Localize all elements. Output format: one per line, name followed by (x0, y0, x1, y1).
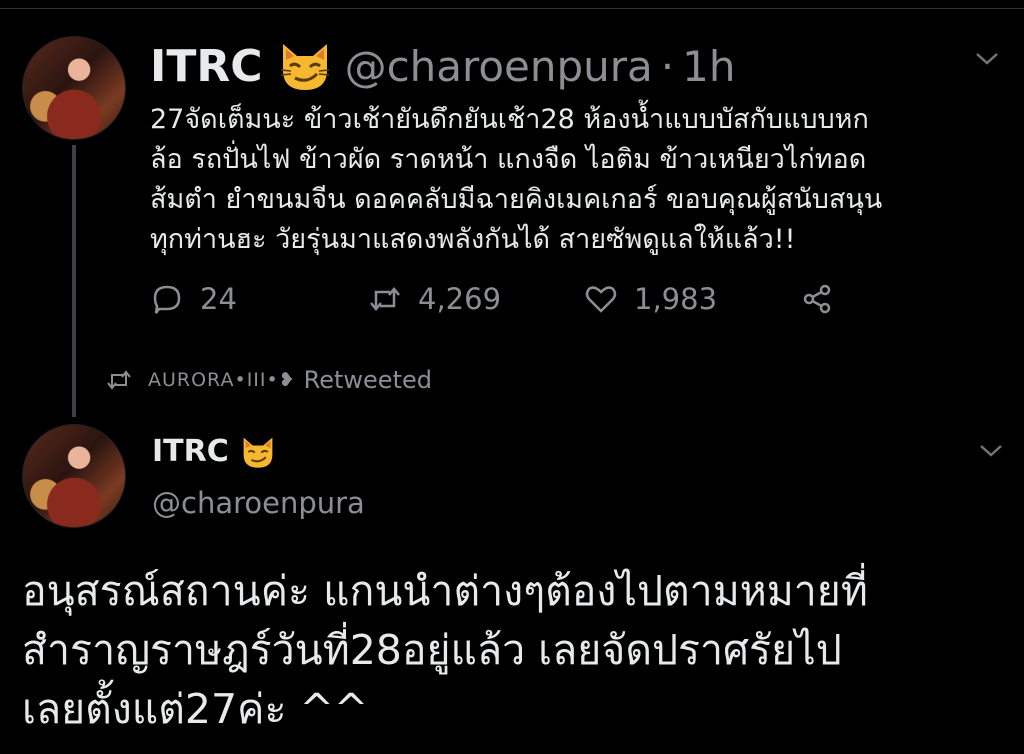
avatar[interactable] (22, 36, 126, 140)
tweet-text-line: 27จัดเต็มนะ ข้าวเช้ายันดึกยันเช้า28 ห้อง… (150, 104, 869, 135)
divider (0, 8, 1024, 9)
timestamp[interactable]: 1h (682, 42, 735, 91)
retweeter-name[interactable]: AURORA•III•❥ (148, 369, 296, 391)
reply-button[interactable]: 24 (150, 282, 237, 316)
tweet-actions: 24 4,269 1,983 (150, 282, 850, 326)
retweeted-banner[interactable]: AURORA•III•❥ Retweeted (106, 366, 432, 394)
reply-icon (150, 282, 184, 316)
smirking-cat-emoji-icon (239, 435, 277, 469)
tweet-header: ITRC (152, 434, 277, 469)
avatar[interactable] (22, 424, 126, 528)
share-icon (800, 282, 834, 316)
display-name[interactable]: ITRC (152, 434, 229, 469)
tweet-text-line: อนุสรณ์สถานค่ะ แกนนำต่างๆต้องไปตามหมายที… (22, 567, 868, 615)
thread-connector-line (72, 145, 76, 417)
reply-count: 24 (200, 282, 237, 316)
retweet-icon (106, 367, 132, 393)
retweet-button[interactable]: 4,269 (368, 282, 501, 316)
user-handle[interactable]: @charoenpura (345, 42, 653, 91)
tweet-text: อนุสรณ์สถานค่ะ แกนนำต่างๆต้องไปตามหมายที… (22, 562, 1012, 739)
tweet-text-line: เลยตั้งแต่27ค่ะ ^^ (22, 685, 369, 733)
tweet-text-line: สำราญราษฎร์วันที่28อยู่แล้ว เลยจัดปราศรั… (22, 626, 842, 674)
share-button[interactable] (800, 282, 850, 316)
user-handle[interactable]: @charoenpura (152, 486, 365, 520)
tweet-text: 27จัดเต็มนะ ข้าวเช้ายันดึกยันเช้า28 ห้อง… (150, 100, 1000, 260)
tweet-text-line: ล้อ รถปั่นไฟ ข้าวผัด ราดหน้า แกงจืด ไอติ… (150, 144, 867, 175)
tweet-text-line: ทุกท่านฮะ วัยรุ่นมาแสดงพลังกันได้ สายซัพ… (150, 224, 796, 255)
like-count: 1,983 (634, 282, 718, 316)
retweet-count: 4,269 (418, 282, 502, 316)
chevron-down-icon[interactable] (974, 46, 1000, 72)
smirking-cat-emoji-icon (277, 40, 333, 92)
display-name[interactable]: ITRC (150, 41, 263, 92)
tweet-header: ITRC @charoenpura · 1h (150, 40, 736, 92)
retweeted-label: Retweeted (303, 366, 432, 394)
chevron-down-icon[interactable] (978, 438, 1004, 464)
twitter-thread-view: ITRC @charoenpura · 1h 27จัดเต็มนะ ข้าวเ… (0, 0, 1024, 754)
separator-dot: · (660, 41, 675, 91)
tweet-text-line: ส้มตำ ยำขนมจีน ดอคคลับมีฉายคิงเมคเกอร์ ข… (150, 184, 883, 215)
like-button[interactable]: 1,983 (584, 282, 717, 316)
heart-icon (584, 282, 618, 316)
retweet-icon (368, 282, 402, 316)
